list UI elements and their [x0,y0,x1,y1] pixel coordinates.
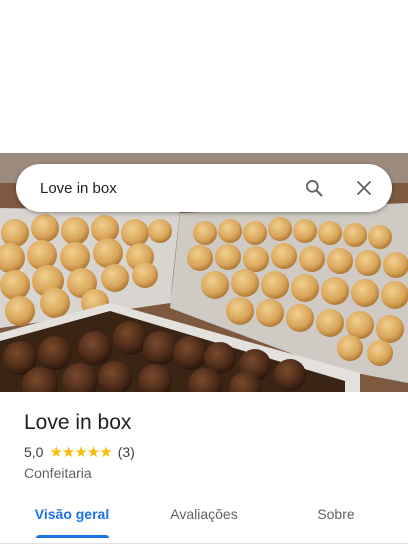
rating-row[interactable]: 5,0 ★★★★★ (3) [24,444,135,460]
place-category[interactable]: Confeitaria [24,465,92,481]
tab-reviews[interactable]: Avaliações [156,496,252,544]
review-count[interactable]: (3) [118,444,135,460]
search-bar[interactable]: Love in box [16,164,392,212]
active-tab-indicator [36,535,109,538]
rating-value: 5,0 [24,444,44,460]
search-icon[interactable] [290,164,338,212]
close-icon[interactable] [340,164,388,212]
search-input[interactable]: Love in box [16,180,290,197]
tab-about[interactable]: Sobre [288,496,384,544]
map-blank-area [0,0,408,153]
place-name: Love in box [24,411,132,434]
star-rating-icon: ★★★★★ [49,443,112,461]
